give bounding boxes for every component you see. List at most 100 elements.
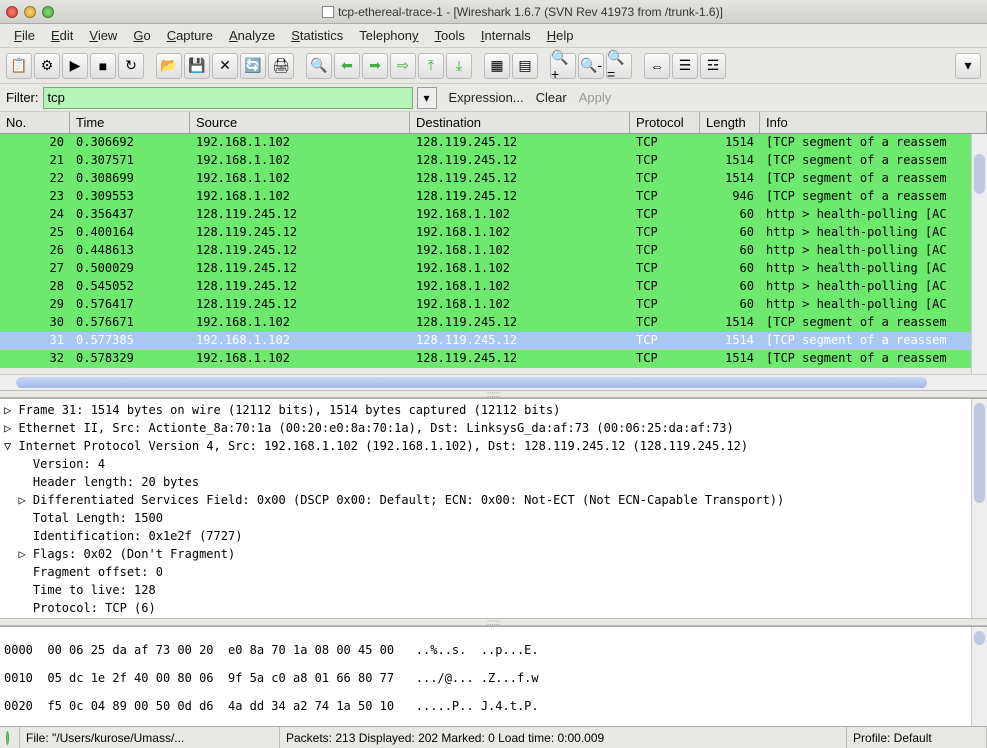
expression-button[interactable]: Expression... (449, 90, 524, 105)
detail-frame[interactable]: ▷ Frame 31: 1514 bytes on wire (12112 bi… (4, 401, 983, 419)
packet-row[interactable]: 310.577385192.168.1.102128.119.245.12TCP… (0, 332, 987, 350)
menu-edit[interactable]: Edit (45, 26, 79, 45)
toolbar-menu-icon[interactable]: ▾ (955, 53, 981, 79)
detail-dscp[interactable]: ▷ Differentiated Services Field: 0x00 (D… (4, 491, 983, 509)
colorize-icon[interactable]: ▦ (484, 53, 510, 79)
column-info[interactable]: Info (760, 112, 987, 133)
detail-ttl[interactable]: Time to live: 128 (4, 581, 983, 599)
detail-flags[interactable]: ▷ Flags: 0x02 (Don't Fragment) (4, 545, 983, 563)
capture-filters-icon[interactable]: ☰ (672, 53, 698, 79)
column-time[interactable]: Time (70, 112, 190, 133)
packet-row[interactable]: 270.500029128.119.245.12192.168.1.102TCP… (0, 260, 987, 278)
zoom-out-icon[interactable]: 🔍- (578, 53, 604, 79)
detail-protocol[interactable]: Protocol: TCP (6) (4, 599, 983, 617)
options-icon[interactable]: ⚙ (34, 53, 60, 79)
packet-row[interactable]: 210.307571192.168.1.102128.119.245.12TCP… (0, 152, 987, 170)
close-button[interactable] (6, 6, 18, 18)
find-icon[interactable]: 🔍 (306, 53, 332, 79)
packet-bytes-pane[interactable]: 0000 00 06 25 da af 73 00 20 e0 8a 70 1a… (0, 626, 987, 726)
interfaces-icon[interactable]: 📋 (6, 53, 32, 79)
start-capture-icon[interactable]: ▶ (62, 53, 88, 79)
packet-row[interactable]: 230.309553192.168.1.102128.119.245.12TCP… (0, 188, 987, 206)
packet-row[interactable]: 300.576671192.168.1.102128.119.245.12TCP… (0, 314, 987, 332)
column-destination[interactable]: Destination (410, 112, 630, 133)
detail-header-length[interactable]: Header length: 20 bytes (4, 473, 983, 491)
packet-list[interactable]: 200.306692192.168.1.102128.119.245.12TCP… (0, 134, 987, 374)
menu-capture[interactable]: Capture (161, 26, 219, 45)
menu-telephony[interactable]: Telephony (353, 26, 424, 45)
splitter-2[interactable]: :::::: (0, 618, 987, 626)
menu-view[interactable]: View (83, 26, 123, 45)
filter-label: Filter: (6, 90, 39, 105)
packet-list-scrollbar[interactable] (971, 134, 987, 374)
menu-internals[interactable]: Internals (475, 26, 537, 45)
reload-icon[interactable]: 🔄 (240, 53, 266, 79)
menu-tools[interactable]: Tools (429, 26, 471, 45)
packet-row[interactable]: 320.578329192.168.1.102128.119.245.12TCP… (0, 350, 987, 368)
column-no[interactable]: No. (0, 112, 70, 133)
go-back-icon[interactable]: ⬅ (334, 53, 360, 79)
titlebar: tcp-ethereal-trace-1 - [Wireshark 1.6.7 … (0, 0, 987, 24)
display-filters-icon[interactable]: ☲ (700, 53, 726, 79)
packet-list-hscroll[interactable] (0, 374, 987, 390)
close-file-icon[interactable]: ✕ (212, 53, 238, 79)
toolbar: 📋 ⚙ ▶ ■ ↻ 📂 💾 ✕ 🔄 🖨 🔍 ⬅ ➡ ⇨ ⤒ ⤓ ▦ ▤ 🔍+ 🔍… (0, 48, 987, 84)
window-controls (6, 6, 54, 18)
packet-details-pane[interactable]: ▷ Frame 31: 1514 bytes on wire (12112 bi… (0, 398, 987, 618)
clear-button[interactable]: Clear (536, 90, 567, 105)
bytes-row[interactable]: 0020 f5 0c 04 89 00 50 0d d6 4a dd 34 a2… (4, 699, 983, 713)
minimize-button[interactable] (24, 6, 36, 18)
stop-capture-icon[interactable]: ■ (90, 53, 116, 79)
statusbar: File: "/Users/kurose/Umass/... Packets: … (0, 726, 987, 748)
packet-row[interactable]: 220.308699192.168.1.102128.119.245.12TCP… (0, 170, 987, 188)
detail-identification[interactable]: Identification: 0x1e2f (7727) (4, 527, 983, 545)
packet-list-header: No. Time Source Destination Protocol Len… (0, 112, 987, 134)
bytes-row[interactable]: 0010 05 dc 1e 2f 40 00 80 06 9f 5a c0 a8… (4, 671, 983, 685)
resize-columns-icon[interactable]: ⇔ (644, 53, 670, 79)
column-source[interactable]: Source (190, 112, 410, 133)
column-length[interactable]: Length (700, 112, 760, 133)
menu-file[interactable]: File (8, 26, 41, 45)
detail-ethernet[interactable]: ▷ Ethernet II, Src: Actionte_8a:70:1a (0… (4, 419, 983, 437)
go-to-packet-icon[interactable]: ⇨ (390, 53, 416, 79)
save-icon[interactable]: 💾 (184, 53, 210, 79)
detail-fragment-offset[interactable]: Fragment offset: 0 (4, 563, 983, 581)
packet-row[interactable]: 200.306692192.168.1.102128.119.245.12TCP… (0, 134, 987, 152)
status-profile[interactable]: Profile: Default (847, 727, 987, 748)
go-last-icon[interactable]: ⤓ (446, 53, 472, 79)
open-icon[interactable]: 📂 (156, 53, 182, 79)
apply-button[interactable]: Apply (579, 90, 612, 105)
menu-statistics[interactable]: Statistics (285, 26, 349, 45)
zoom-button[interactable] (42, 6, 54, 18)
packet-row[interactable]: 250.400164128.119.245.12192.168.1.102TCP… (0, 224, 987, 242)
splitter-1[interactable]: :::::: (0, 390, 987, 398)
menu-help[interactable]: Help (541, 26, 580, 45)
auto-scroll-icon[interactable]: ▤ (512, 53, 538, 79)
details-scrollbar[interactable] (971, 399, 987, 618)
detail-ip[interactable]: ▽ Internet Protocol Version 4, Src: 192.… (4, 437, 983, 455)
menu-analyze[interactable]: Analyze (223, 26, 281, 45)
filter-dropdown[interactable]: ▾ (417, 87, 437, 109)
detail-version[interactable]: Version: 4 (4, 455, 983, 473)
filter-bar: Filter: tcp ▾ Expression... Clear Apply (0, 84, 987, 112)
bytes-row[interactable]: 0000 00 06 25 da af 73 00 20 e0 8a 70 1a… (4, 643, 983, 657)
packet-row[interactable]: 240.356437128.119.245.12192.168.1.102TCP… (0, 206, 987, 224)
detail-total-length[interactable]: Total Length: 1500 (4, 509, 983, 527)
column-protocol[interactable]: Protocol (630, 112, 700, 133)
packet-row[interactable]: 280.545052128.119.245.12192.168.1.102TCP… (0, 278, 987, 296)
menu-go[interactable]: Go (127, 26, 156, 45)
go-first-icon[interactable]: ⤒ (418, 53, 444, 79)
packet-row[interactable]: 260.448613128.119.245.12192.168.1.102TCP… (0, 242, 987, 260)
filter-input[interactable]: tcp (43, 87, 413, 109)
restart-capture-icon[interactable]: ↻ (118, 53, 144, 79)
bytes-scrollbar[interactable] (971, 627, 987, 726)
status-file: File: "/Users/kurose/Umass/... (20, 727, 280, 748)
go-forward-icon[interactable]: ➡ (362, 53, 388, 79)
zoom-reset-icon[interactable]: 🔍= (606, 53, 632, 79)
zoom-in-icon[interactable]: 🔍+ (550, 53, 576, 79)
status-packets: Packets: 213 Displayed: 202 Marked: 0 Lo… (280, 727, 847, 748)
expert-info-icon[interactable] (6, 731, 9, 745)
print-icon[interactable]: 🖨 (268, 53, 294, 79)
window-title: tcp-ethereal-trace-1 - [Wireshark 1.6.7 … (64, 5, 981, 19)
packet-row[interactable]: 290.576417128.119.245.12192.168.1.102TCP… (0, 296, 987, 314)
